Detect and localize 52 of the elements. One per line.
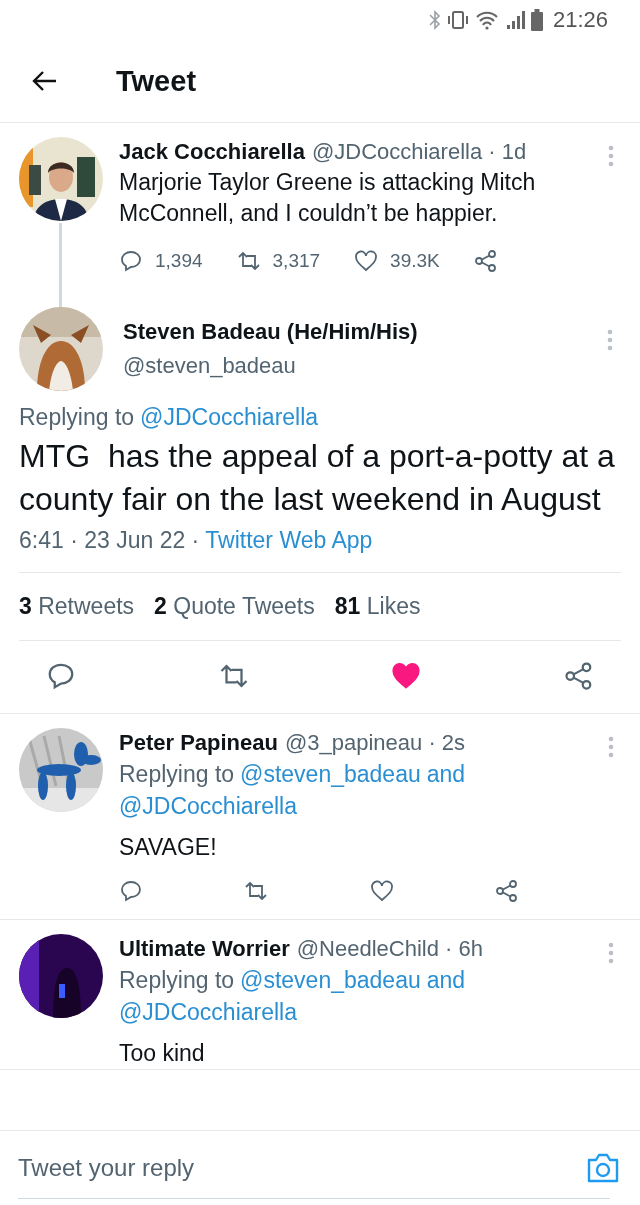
tweet-text: SAVAGE! [119, 833, 218, 862]
author-handle: @steven_badeau [123, 352, 297, 380]
author-name: Steven Badeau (He/Him/His) [123, 318, 418, 346]
camera-icon[interactable] [586, 1152, 620, 1184]
heart-icon[interactable] [369, 879, 394, 903]
mention-link[interactable]: @JDCocchiarella [140, 401, 319, 433]
author-name: Jack Cocchiarella [119, 138, 305, 166]
retweet-icon[interactable] [236, 249, 261, 273]
source-link[interactable]: Twitter Web App [205, 527, 373, 554]
share-icon[interactable] [563, 661, 594, 691]
retweet-count: 3,317 [272, 250, 321, 272]
replying-label: Replying to [119, 760, 235, 789]
author-name: Ultimate Worrier [119, 935, 290, 963]
heart-icon[interactable] [354, 249, 379, 273]
engagement-stat[interactable]: 3 Retweets [19, 593, 135, 620]
tweet-text: Marjorie Taylor Greene is attacking Mitch McConnell, and I couldn’t be happier. [119, 168, 537, 228]
mention-link[interactable]: @JDCocchiarella [119, 996, 297, 1028]
page-title: Tweet [116, 64, 197, 98]
reply-icon[interactable] [46, 661, 76, 691]
tweet-text: MTG has the appeal of a port-a-potty at a county fair on the last weekend in August [19, 437, 616, 519]
author-name: Peter Papineau [119, 729, 278, 757]
share-icon[interactable] [495, 879, 519, 903]
tweet-text: Too kind [119, 1039, 206, 1068]
retweet-icon[interactable] [218, 661, 249, 691]
heart-icon[interactable] [391, 661, 422, 691]
reply-icon[interactable] [119, 249, 143, 273]
battery-icon [530, 9, 543, 31]
author-handle: @NeedleChild · 6h [296, 935, 483, 963]
author-handle: @3_papineau · 2s [284, 729, 466, 757]
bluetooth-icon [428, 10, 441, 30]
engagement-stat[interactable]: 81 Likes [334, 593, 421, 620]
back-arrow-icon[interactable] [32, 70, 58, 92]
share-icon[interactable] [473, 249, 498, 273]
reply-input-field[interactable]: Tweet your reply [18, 1154, 586, 1182]
author-handle: @JDCocchiarella · 1d [311, 138, 527, 166]
mention-link[interactable]: @JDCocchiarella [119, 790, 297, 822]
mention-link[interactable]: and [426, 964, 466, 996]
replying-label: Replying to [119, 966, 235, 995]
clock-time: 21:26 [552, 7, 608, 33]
mention-link[interactable]: and [426, 758, 466, 790]
mention-link[interactable]: @steven_badeau [240, 964, 421, 996]
timestamp: 6:41 · 23 Jun 22 · [19, 527, 200, 554]
mention-link[interactable]: @steven_badeau [240, 758, 421, 790]
vibrate-icon [446, 10, 469, 30]
replying-label: Replying to [19, 403, 135, 432]
retweet-icon[interactable] [244, 879, 269, 903]
reply-count: 1,394 [155, 250, 203, 272]
reply-icon[interactable] [119, 879, 143, 903]
like-count: 39.3K [390, 250, 440, 272]
wifi-icon [474, 10, 499, 30]
engagement-stat[interactable]: 2 Quote Tweets [154, 593, 315, 620]
signal-icon [504, 10, 525, 30]
